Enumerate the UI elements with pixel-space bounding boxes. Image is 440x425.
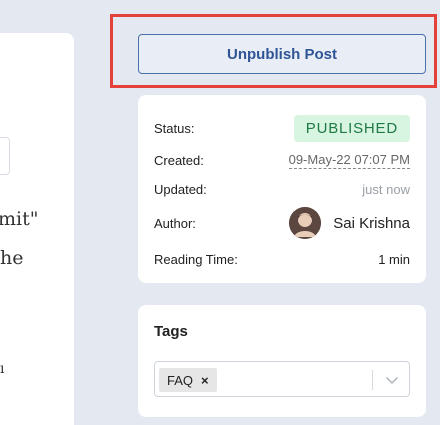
avatar: [289, 207, 322, 239]
tag-chip: FAQ ×: [159, 368, 217, 392]
status-row: Status: PUBLISHED: [154, 113, 410, 143]
author-label: Author:: [154, 215, 196, 231]
updated-row: Updated: just now: [154, 177, 410, 201]
created-label: Created:: [154, 152, 204, 168]
editor-panel: mit" he ı: [0, 33, 74, 425]
tags-title: Tags: [154, 323, 188, 340]
status-label: Status:: [154, 120, 195, 136]
editor-title-input[interactable]: [0, 137, 10, 175]
unpublish-post-button[interactable]: Unpublish Post: [138, 34, 426, 74]
editor-text-line[interactable]: he: [0, 247, 23, 269]
reading-time-row: Reading Time: 1 min: [154, 247, 410, 271]
author-name: Sai Krishna: [333, 214, 410, 232]
tag-remove-icon[interactable]: ×: [201, 373, 209, 388]
chevron-down-icon[interactable]: [383, 371, 401, 389]
status-badge: PUBLISHED: [293, 114, 410, 142]
tag-chip-label: FAQ: [167, 372, 194, 388]
post-meta-card: Status: PUBLISHED Created: 09-May-22 07:…: [138, 95, 426, 283]
updated-value: just now: [362, 181, 410, 197]
updated-label: Updated:: [154, 181, 207, 197]
user-avatar-icon: [289, 207, 322, 239]
editor-text-line[interactable]: ı: [0, 361, 4, 377]
tags-select[interactable]: FAQ ×: [154, 361, 410, 397]
created-date[interactable]: 09-May-22 07:07 PM: [288, 152, 410, 169]
reading-time-label: Reading Time:: [154, 251, 238, 267]
select-divider: [372, 370, 373, 390]
tags-card: Tags FAQ ×: [138, 305, 426, 417]
editor-text-line[interactable]: mit": [0, 208, 38, 230]
created-row: Created: 09-May-22 07:07 PM: [154, 148, 410, 172]
author-row: Author: Sai Krishna: [154, 206, 410, 240]
author-info[interactable]: Sai Krishna: [289, 207, 410, 239]
reading-time-value: 1 min: [378, 251, 410, 267]
